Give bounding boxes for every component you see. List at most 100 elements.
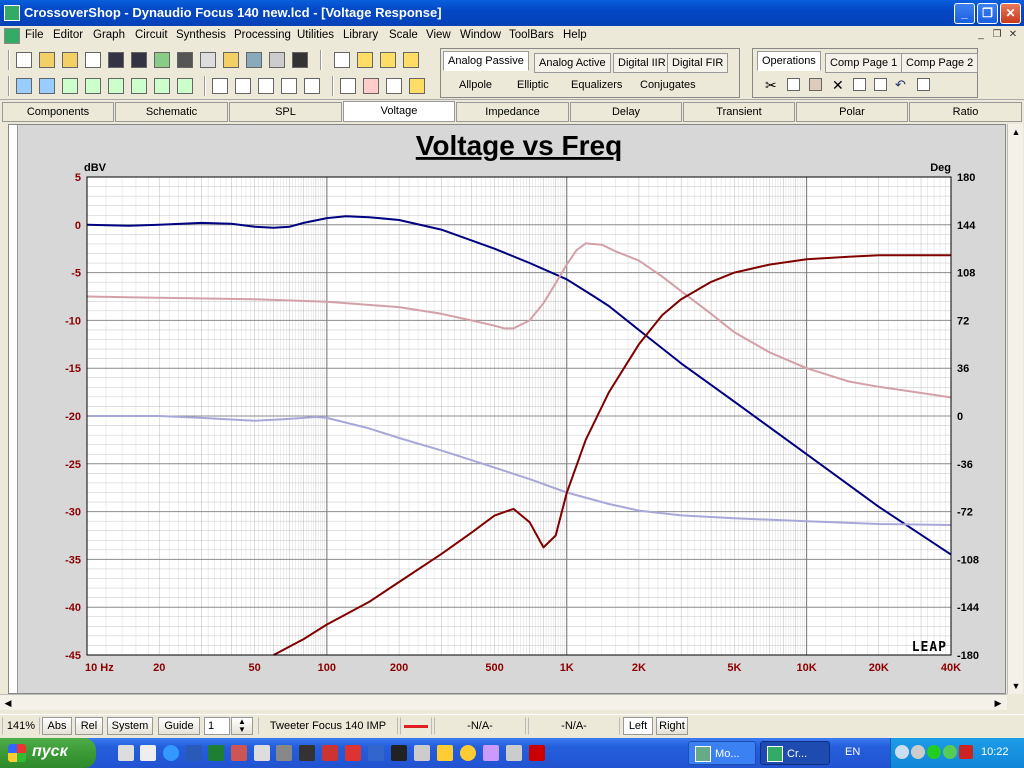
undo-icon[interactable]: ↶ <box>895 77 906 93</box>
tab-impedance[interactable]: Impedance <box>456 102 569 122</box>
tab-ratio[interactable]: Ratio <box>909 102 1022 122</box>
menu-utilities[interactable]: Utilities <box>297 29 334 41</box>
mdi-restore-button[interactable]: ❐ <box>990 29 1004 42</box>
horizontal-scrollbar[interactable]: ◀ ▶ <box>0 694 1007 710</box>
system-button[interactable]: System <box>107 717 153 735</box>
tab-analog-passive[interactable]: Analog Passive <box>443 51 529 71</box>
table-icon[interactable] <box>403 52 419 68</box>
guide-spinner[interactable]: ▲ ▼ <box>231 717 253 735</box>
open-folder-icon[interactable] <box>62 52 78 68</box>
quicklaunch-app-icon[interactable] <box>483 745 499 761</box>
tab-components[interactable]: Components <box>2 102 114 122</box>
menu-synthesis[interactable]: Synthesis <box>176 29 226 41</box>
quicklaunch-app-icon[interactable] <box>414 745 430 761</box>
graph-settings-icon[interactable] <box>235 78 251 94</box>
table-icon[interactable] <box>380 52 396 68</box>
quicklaunch-ares-icon[interactable] <box>345 745 361 761</box>
quicklaunch-cloud-icon[interactable] <box>254 745 270 761</box>
tray-antivirus-icon[interactable] <box>959 745 973 759</box>
zoom-2x-icon[interactable] <box>85 78 101 94</box>
zoom-out-icon[interactable] <box>39 78 55 94</box>
copy-icon[interactable] <box>787 78 800 91</box>
tray-app-icon[interactable] <box>943 745 957 759</box>
quicklaunch-app-icon[interactable] <box>276 745 292 761</box>
curve-icon[interactable] <box>386 78 402 94</box>
graph-grid-icon[interactable] <box>281 78 297 94</box>
app-icon[interactable] <box>4 5 20 21</box>
right-button[interactable]: Right <box>656 717 688 735</box>
properties-icon[interactable] <box>874 78 887 91</box>
quicklaunch-ie-icon[interactable] <box>163 745 179 761</box>
chart-icon[interactable] <box>363 78 379 94</box>
paste-icon[interactable] <box>809 78 822 91</box>
tab-voltage[interactable]: Voltage <box>343 101 455 122</box>
mdi-minimize-button[interactable]: _ <box>974 29 988 42</box>
brush-icon[interactable] <box>409 78 425 94</box>
start-button[interactable]: пуск <box>0 738 96 768</box>
close-button[interactable]: ✕ <box>1000 3 1021 24</box>
quicklaunch-desktop-icon[interactable] <box>140 745 156 761</box>
left-button[interactable]: Left <box>623 717 653 735</box>
scroll-right-arrow[interactable]: ▶ <box>990 695 1006 711</box>
notes-icon[interactable] <box>292 52 308 68</box>
zoom-8x-icon[interactable] <box>131 78 147 94</box>
cut-icon[interactable]: ✂ <box>765 77 777 94</box>
menu-editor[interactable]: Editor <box>53 29 83 41</box>
calendar-icon[interactable] <box>200 52 216 68</box>
allpole-button[interactable]: Allpole <box>459 79 492 91</box>
page-icon[interactable] <box>85 52 101 68</box>
menu-file[interactable]: File <box>25 29 44 41</box>
voltage-chart[interactable]: Voltage vs Freq dBV Deg 50-5-10-15-20-25… <box>9 125 1006 694</box>
task-button-2[interactable]: Cr... <box>760 741 830 765</box>
quicklaunch-excel-icon[interactable] <box>208 745 224 761</box>
quicklaunch-isis-icon[interactable] <box>368 745 384 761</box>
conjugates-button[interactable]: Conjugates <box>640 79 696 91</box>
tab-operations[interactable]: Operations <box>757 51 821 71</box>
print-icon[interactable] <box>269 52 285 68</box>
table-icon[interactable] <box>357 52 373 68</box>
library-icon[interactable] <box>154 52 170 68</box>
language-indicator[interactable]: EN <box>845 746 860 758</box>
quicklaunch-word-icon[interactable] <box>186 745 202 761</box>
quicklaunch-settings-icon[interactable] <box>118 745 134 761</box>
quicklaunch-app-icon[interactable] <box>460 745 476 761</box>
document-icon[interactable] <box>4 28 20 44</box>
tab-analog-active[interactable]: Analog Active <box>534 53 611 73</box>
window-icon[interactable] <box>340 78 356 94</box>
tab-schematic[interactable]: Schematic <box>115 102 228 122</box>
quicklaunch-app-icon[interactable] <box>437 745 453 761</box>
quicklaunch-app-icon[interactable] <box>529 745 545 761</box>
zoom-4x-icon[interactable] <box>108 78 124 94</box>
list-icon[interactable] <box>853 78 866 91</box>
tray-network-icon[interactable] <box>911 745 925 759</box>
vertical-scrollbar[interactable]: ▲ ▼ <box>1007 124 1023 694</box>
tab-digital-iir[interactable]: Digital IIR <box>613 53 671 73</box>
abs-button[interactable]: Abs <box>42 717 72 735</box>
quicklaunch-tool-icon[interactable] <box>391 745 407 761</box>
save-icon[interactable] <box>108 52 124 68</box>
export-folder-icon[interactable] <box>223 52 239 68</box>
task-button-1[interactable]: Мо... <box>688 741 756 765</box>
minimize-button[interactable]: _ <box>954 3 975 24</box>
tab-delay[interactable]: Delay <box>570 102 682 122</box>
quicklaunch-powerpoint-icon[interactable] <box>231 745 247 761</box>
quicklaunch-app-icon[interactable] <box>322 745 338 761</box>
components-icon[interactable] <box>177 52 193 68</box>
scroll-left-arrow[interactable]: ◀ <box>0 695 16 711</box>
import-icon[interactable] <box>246 52 262 68</box>
tray-arrow-icon[interactable] <box>895 745 909 759</box>
delete-icon[interactable]: ✕ <box>832 77 844 94</box>
tab-polar[interactable]: Polar <box>796 102 908 122</box>
zoom-1x-icon[interactable] <box>62 78 78 94</box>
zoom-in-icon[interactable] <box>16 78 32 94</box>
menu-help[interactable]: Help <box>563 29 587 41</box>
menu-library[interactable]: Library <box>343 29 378 41</box>
scroll-up-arrow[interactable]: ▲ <box>1008 124 1024 140</box>
tab-digital-fir[interactable]: Digital FIR <box>667 53 729 73</box>
tab-spl[interactable]: SPL <box>229 102 342 122</box>
menu-toolbars[interactable]: ToolBars <box>509 29 554 41</box>
grid-coarse-icon[interactable] <box>177 78 193 94</box>
tab-transient[interactable]: Transient <box>683 102 795 122</box>
menu-window[interactable]: Window <box>460 29 501 41</box>
scroll-down-arrow[interactable]: ▼ <box>1008 678 1024 694</box>
